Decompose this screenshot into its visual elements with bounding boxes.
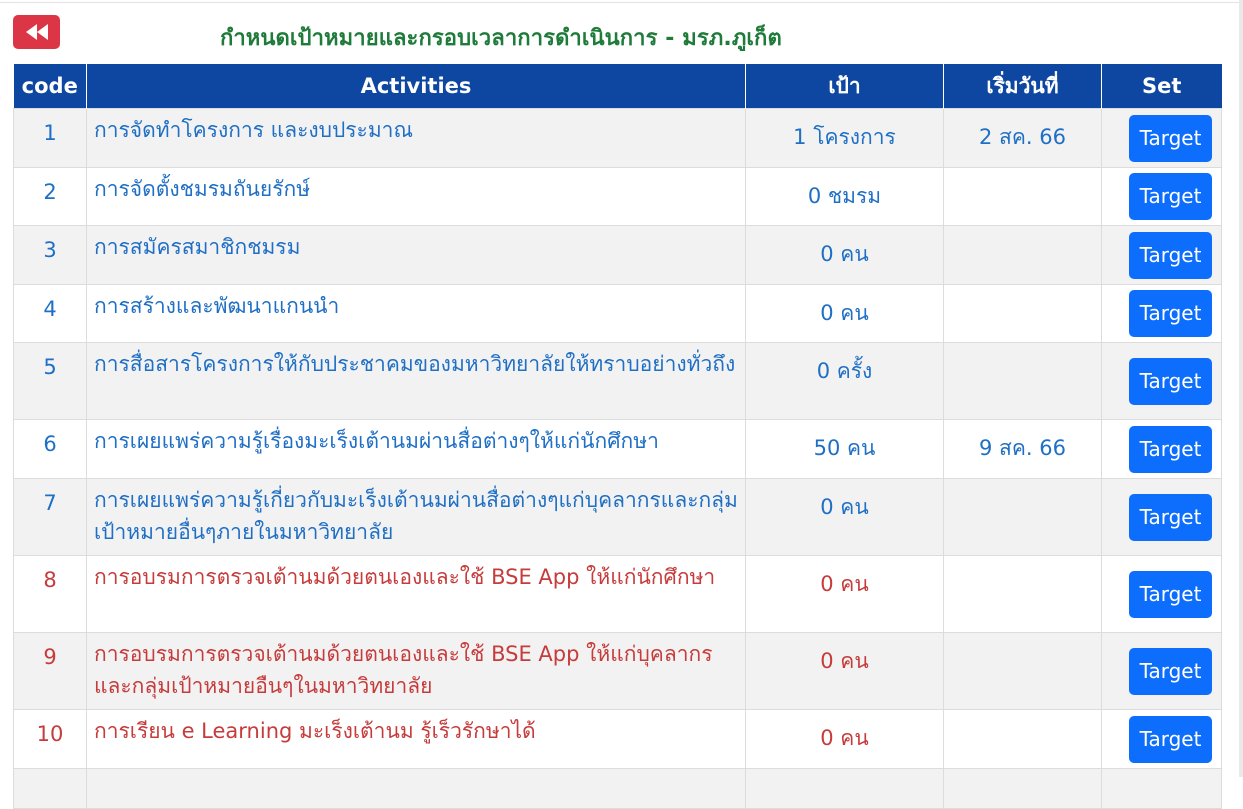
row-set-cell: Target [1101,108,1222,168]
table-row: 10 การเรียน e Learning มะเร็งเต้านม รู้เ… [13,709,1222,769]
row-activity-text: การสมัครสมาชิกชมรม [94,235,301,259]
row-set-cell [1101,768,1222,809]
row-code [13,768,87,809]
row-start-date [943,632,1102,710]
row-start-date [943,478,1102,556]
row-set-cell: Target [1101,709,1222,769]
row-activity: การอบรมการตรวจเต้านมด้วยตนเองและใช้ BSE … [86,555,746,633]
target-button[interactable]: Target [1129,715,1212,763]
column-header-start-date[interactable]: เริ่มวันที่ [943,64,1102,109]
column-header-goal[interactable]: เป้า [745,64,944,109]
row-code: 6 [13,419,87,479]
row-set-cell: Target [1101,284,1222,343]
table-row: 2 การจัดตั้งชมรมถันยรักษ์ 0 ชมรม Target [13,167,1222,226]
row-activity: การสมัครสมาชิกชมรม [86,225,746,285]
row-activity-text: การอบรมการตรวจเต้านมด้วยตนเองและใช้ BSE … [94,565,716,589]
table-row: 1 การจัดทำโครงการ และงบประมาณ 1 โครงการ … [13,108,1222,168]
table-row: 5 การสื่อสารโครงการให้กับประชาคมของมหาวิ… [13,342,1222,420]
row-goal: 0 คน [745,284,944,343]
row-goal: 0 คน [745,555,944,633]
target-button[interactable]: Target [1129,425,1212,473]
row-goal: 0 คน [745,632,944,710]
row-set-cell: Target [1101,555,1222,633]
row-activity-text: การเผยแพร่ความรู้เกี่ยวกับมะเร็งเต้านมผ่… [94,488,738,544]
row-start-date [943,555,1102,633]
row-activity: การเรียน e Learning มะเร็งเต้านม รู้เร็ว… [86,709,746,769]
target-button[interactable]: Target [1129,173,1212,220]
row-activity: การเผยแพร่ความรู้เรื่องมะเร็งเต้านมผ่านส… [86,419,746,479]
row-activity-text: การสร้างและพัฒนาแกนนำ [94,294,340,318]
column-header-activities[interactable]: Activities [86,64,746,109]
row-goal: 0 คน [745,709,944,769]
row-set-cell: Target [1101,342,1222,420]
target-button[interactable]: Target [1129,647,1212,695]
row-code: 3 [13,225,87,285]
table-row [13,768,1222,809]
scrollbar[interactable] [1239,0,1243,777]
row-set-cell: Target [1101,478,1222,556]
activities-table: code Activities เป้า เริ่มวันที่ Set 1 ก… [13,64,1222,809]
row-goal: 0 ชมรม [745,167,944,226]
row-activity: การอบรมการตรวจเต้านมด้วยตนเองและใช้ BSE … [86,632,746,710]
row-activity: การจัดตั้งชมรมถันยรักษ์ [86,167,746,226]
target-button[interactable]: Target [1129,570,1212,618]
row-goal: 0 ครั้ง [745,342,944,420]
table-row: 4 การสร้างและพัฒนาแกนนำ 0 คน Target [13,284,1222,343]
target-button[interactable]: Target [1129,231,1212,279]
row-code: 7 [13,478,87,556]
row-activity: การสื่อสารโครงการให้กับประชาคมของมหาวิทย… [86,342,746,420]
row-activity [86,768,746,809]
target-button[interactable]: Target [1129,290,1212,337]
row-code: 2 [13,167,87,226]
row-activity-text: การเรียน e Learning มะเร็งเต้านม รู้เร็ว… [94,719,536,743]
table-row: 7 การเผยแพร่ความรู้เกี่ยวกับมะเร็งเต้านม… [13,478,1222,556]
row-start-date [943,167,1102,226]
target-button[interactable]: Target [1129,493,1212,541]
table-row: 6 การเผยแพร่ความรู้เรื่องมะเร็งเต้านมผ่า… [13,419,1222,479]
row-goal [745,768,944,809]
row-goal: 1 โครงการ [745,108,944,168]
row-goal: 50 คน [745,419,944,479]
row-activity-text: การเผยแพร่ความรู้เรื่องมะเร็งเต้านมผ่านส… [94,429,659,453]
row-activity-text: การอบรมการตรวจเต้านมด้วยตนเองและใช้ BSE … [94,642,713,698]
row-activity-text: การสื่อสารโครงการให้กับประชาคมของมหาวิทย… [94,352,736,376]
target-button[interactable]: Target [1129,114,1212,162]
row-activity: การสร้างและพัฒนาแกนนำ [86,284,746,343]
row-code: 1 [13,108,87,168]
row-start-date [943,225,1102,285]
row-start-date [943,342,1102,420]
row-set-cell: Target [1101,167,1222,226]
row-activity: การจัดทำโครงการ และงบประมาณ [86,108,746,168]
row-activity: การเผยแพร่ความรู้เกี่ยวกับมะเร็งเต้านมผ่… [86,478,746,556]
row-start-date [943,768,1102,809]
table-row: 8 การอบรมการตรวจเต้านมด้วยตนเองและใช้ BS… [13,555,1222,633]
double-chevron-left-icon [25,24,48,40]
row-set-cell: Target [1101,632,1222,710]
row-goal: 0 คน [745,478,944,556]
row-activity-text: การจัดทำโครงการ และงบประมาณ [94,118,413,142]
row-code: 9 [13,632,87,710]
row-code: 5 [13,342,87,420]
row-start-date [943,284,1102,343]
row-set-cell: Target [1101,225,1222,285]
target-button[interactable]: Target [1129,357,1212,405]
column-header-code[interactable]: code [13,64,87,109]
top-border [0,2,1243,3]
table-row: 9 การอบรมการตรวจเต้านมด้วยตนเองและใช้ BS… [13,632,1222,710]
row-code: 8 [13,555,87,633]
table-header-row: code Activities เป้า เริ่มวันที่ Set [13,64,1222,109]
page-title: กำหนดเป้าหมายและกรอบเวลาการดำเนินการ - ม… [220,26,782,51]
row-goal: 0 คน [745,225,944,285]
table-row: 3 การสมัครสมาชิกชมรม 0 คน Target [13,225,1222,285]
row-set-cell: Target [1101,419,1222,479]
row-start-date: 9 สค. 66 [943,419,1102,479]
row-activity-text: การจัดตั้งชมรมถันยรักษ์ [94,177,311,201]
row-code: 4 [13,284,87,343]
row-start-date [943,709,1102,769]
row-code: 10 [13,709,87,769]
back-button[interactable] [13,15,60,49]
row-start-date: 2 สค. 66 [943,108,1102,168]
column-header-set: Set [1101,64,1222,109]
